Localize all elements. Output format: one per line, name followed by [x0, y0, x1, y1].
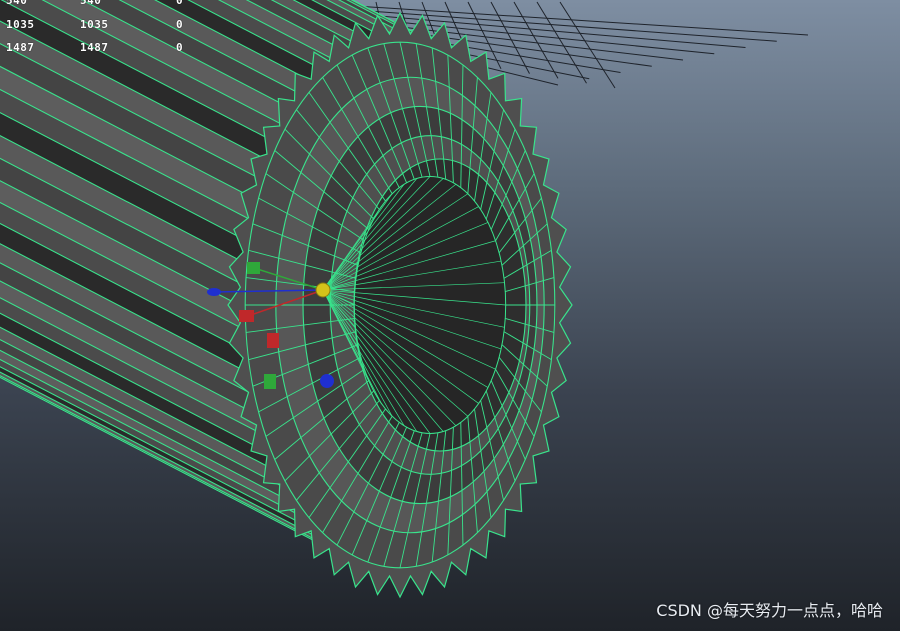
grid-line — [513, 1, 559, 79]
manip-y-handle[interactable] — [247, 262, 260, 274]
manip-z-plane-handle[interactable] — [320, 374, 334, 388]
manip-y-plane-handle[interactable] — [264, 374, 276, 389]
hud-value: 0 — [176, 41, 184, 54]
hud-value: 540 — [80, 0, 102, 7]
manip-z-handle[interactable] — [207, 288, 221, 296]
hud-value: 1487 — [6, 41, 35, 54]
hud-value: 0 — [176, 18, 184, 31]
manip-center-handle[interactable] — [315, 282, 331, 298]
manip-x-plane-handle[interactable] — [267, 333, 279, 348]
hud-value: 0 — [176, 0, 184, 7]
grid-line — [536, 1, 587, 84]
hud-row-faces: 1487 1487 0 — [0, 41, 200, 57]
viewport-scene[interactable] — [0, 0, 900, 631]
manip-x-handle[interactable] — [239, 310, 254, 322]
cylinder-end-cap — [244, 41, 556, 569]
hud-row-verts: 540 540 0 — [0, 0, 200, 10]
hud-row-edges: 1035 1035 0 — [0, 18, 200, 34]
grid-line — [559, 1, 616, 89]
hud-value: 1035 — [80, 18, 109, 31]
hud-value: 540 — [6, 0, 28, 7]
hud-value: 1487 — [80, 41, 109, 54]
maya-viewport[interactable]: 540 540 0 1035 1035 0 1487 1487 0 CSDN @… — [0, 0, 900, 631]
hud-value: 1035 — [6, 18, 35, 31]
csdn-watermark: CSDN @每天努力一点点，哈哈 — [656, 601, 883, 620]
